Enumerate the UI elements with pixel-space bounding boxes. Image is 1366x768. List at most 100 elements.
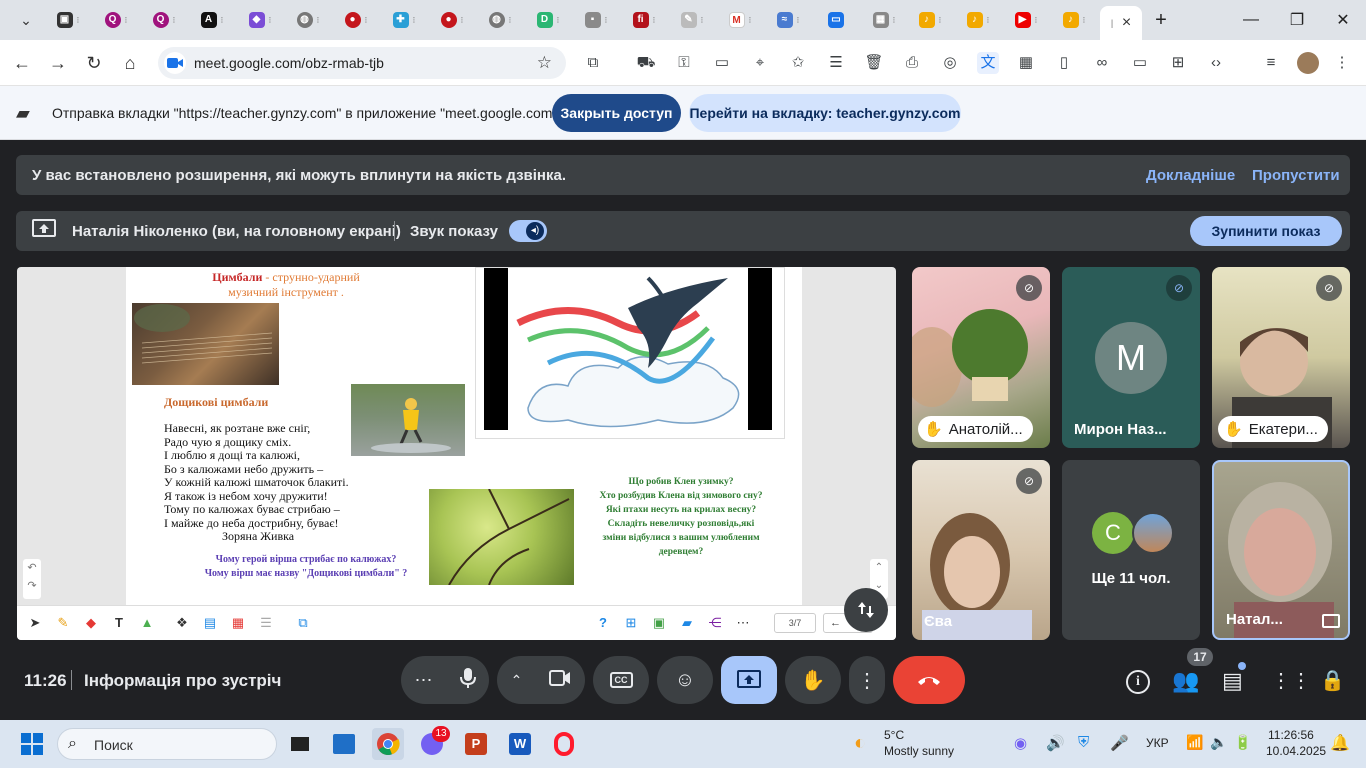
lens-icon[interactable]: ◎ (939, 52, 961, 74)
tab-search-menu[interactable]: ⌄ (4, 6, 48, 34)
chat-icon[interactable]: ▤ (1222, 668, 1243, 694)
tab-14[interactable]: ✎ ⁝ (670, 6, 714, 34)
meeting-details-icon[interactable]: i (1126, 670, 1150, 694)
taskbar-search[interactable]: ⌕ Поиск (57, 728, 277, 760)
participant-tile[interactable]: M ⊘ Мирон Наз... (1062, 267, 1200, 448)
wifi-icon[interactable]: 📶 (1186, 734, 1203, 751)
chevron-up-icon[interactable]: ⌃ (511, 672, 523, 689)
extension-car-icon[interactable]: ⛟ (635, 52, 657, 74)
tab-9[interactable]: ● ⁝ (430, 6, 474, 34)
chrome-icon[interactable] (372, 728, 404, 760)
participant-tile[interactable]: ⊘ Єва (912, 460, 1050, 640)
tab-18[interactable]: ▦ ⁝ (862, 6, 906, 34)
translate-icon[interactable]: 文 (977, 52, 999, 74)
menu-kebab-icon[interactable]: ⋮ (1331, 52, 1353, 74)
forward-icon[interactable]: → (45, 50, 71, 76)
home-icon[interactable]: ⌂ (117, 50, 143, 76)
tool-icon[interactable]: ⊞ (623, 615, 639, 631)
windows-start-icon[interactable] (16, 728, 48, 760)
qr-icon[interactable]: ▦ (1015, 52, 1037, 74)
reading-mode-icon[interactable]: ▯ (1053, 52, 1075, 74)
self-view-tile[interactable]: Натал... (1212, 460, 1350, 640)
clock-time[interactable]: 11:26:56 (1268, 728, 1314, 742)
undo-redo-buttons[interactable]: ↶ ↷ (23, 559, 41, 599)
page-indicator[interactable]: 3/7 (774, 613, 816, 633)
tab-10[interactable]: ◍ ⁝ (478, 6, 522, 34)
more-options-button[interactable]: ⋮ (849, 656, 885, 704)
tool-icon[interactable]: ▣ (651, 615, 667, 631)
activities-icon[interactable]: ⋮⋮ (1271, 668, 1311, 693)
location-icon[interactable]: ⌖ (749, 52, 771, 74)
tab-3[interactable]: Q ⁝ (142, 6, 186, 34)
tab-16[interactable]: ≈ ⁝ (766, 6, 810, 34)
help-icon[interactable]: ? (595, 615, 611, 631)
tab-19[interactable]: ♪ ⁝ (908, 6, 952, 34)
close-window-button[interactable]: ✕ (1320, 6, 1366, 34)
cast-icon[interactable]: ▭ (1129, 52, 1151, 74)
reader-icon[interactable]: ☰ (825, 52, 847, 74)
clock-date[interactable]: 10.04.2025 (1266, 744, 1326, 758)
skip-link[interactable]: Пропустити (1252, 167, 1340, 184)
raise-hand-button[interactable]: ✋ (785, 656, 841, 704)
tool-icon[interactable]: ⧉ (295, 615, 311, 631)
opera-icon[interactable] (548, 728, 580, 760)
key-icon[interactable]: ⚿ (673, 52, 695, 74)
stop-presenting-button[interactable]: Зупинити показ (1190, 216, 1342, 246)
people-icon[interactable]: 👥 (1172, 668, 1199, 694)
minimize-button[interactable]: — (1228, 6, 1274, 34)
security-icon[interactable]: ⛨ (1078, 734, 1089, 751)
stop-sharing-button[interactable]: Закрыть доступ (552, 94, 681, 132)
mic-icon[interactable] (459, 667, 476, 694)
tab-20[interactable]: ♪ ⁝ (956, 6, 1000, 34)
select-pointer-icon[interactable]: ➤ (27, 615, 43, 631)
profile-avatar[interactable] (1297, 52, 1319, 74)
present-button[interactable] (721, 656, 777, 704)
tool-icon[interactable]: ☰ (258, 615, 274, 631)
tab-12[interactable]: ▪ ⁝ (574, 6, 618, 34)
switch-to-tab-button[interactable]: Перейти на вкладку: teacher.gynzy.com (689, 94, 961, 132)
tool-icon[interactable]: ❖ (174, 615, 190, 631)
tab-13[interactable]: fi ⁝ (622, 6, 666, 34)
tab-meet-active[interactable]: | × (1100, 6, 1142, 40)
learn-more-link[interactable]: Докладніше (1146, 167, 1235, 184)
leave-call-button[interactable] (893, 656, 965, 704)
meet-site-icon[interactable] (164, 52, 186, 74)
weather-icon[interactable]: ◐ (854, 732, 866, 755)
emoji-button[interactable]: ☺ (657, 656, 713, 704)
audio-options-icon[interactable]: ⋯ (415, 670, 433, 691)
viber-icon[interactable]: 13 (416, 726, 450, 760)
tab-7[interactable]: ● ⁝ (334, 6, 378, 34)
meeting-info-label[interactable]: Інформація про зустріч (84, 671, 281, 691)
tab-17[interactable]: ▭ (814, 6, 858, 34)
host-controls-icon[interactable]: 🔒 (1320, 668, 1345, 693)
store-icon[interactable] (328, 728, 360, 760)
tab-6[interactable]: ◍ ⁝ (286, 6, 330, 34)
captions-button[interactable]: CC (593, 656, 649, 704)
media-control-icon[interactable]: ≡ (1260, 52, 1282, 74)
card-icon[interactable]: ▭ (711, 52, 733, 74)
extensions-icon[interactable]: ⧉ (582, 52, 604, 74)
volume-tray-icon[interactable]: 🔊 (1046, 734, 1065, 752)
maximize-button[interactable]: ❐ (1274, 6, 1320, 34)
word-icon[interactable]: W (504, 728, 536, 760)
star-list-icon[interactable]: ✩ (787, 52, 809, 74)
share-icon[interactable]: ⋲ (707, 615, 723, 631)
participant-tile[interactable]: ⊘ ✋ Анатолій... (912, 267, 1050, 448)
language-indicator[interactable]: УКР (1146, 736, 1169, 750)
tab-youtube[interactable]: ▶ ⁝ (1004, 6, 1048, 34)
tab-5[interactable]: ◆ ⁝ (238, 6, 282, 34)
shapes-icon[interactable]: ▲ (139, 615, 155, 631)
participant-tile[interactable]: ⊘ ✋ Екатери... (1212, 267, 1350, 448)
tab-22[interactable]: ♪ ⁝ (1052, 6, 1096, 34)
powerpoint-icon[interactable]: P (460, 728, 492, 760)
new-tab-button[interactable]: + (1138, 6, 1184, 34)
tab-close-icon[interactable]: × (1122, 14, 1131, 32)
bookmark-star-icon[interactable]: ☆ (537, 53, 552, 73)
tab-8[interactable]: ✚ ⁝ (382, 6, 426, 34)
tray-viber-icon[interactable]: ◉ (1014, 734, 1027, 752)
pip-icon[interactable] (1322, 614, 1340, 628)
tool-icon[interactable]: ▦ (230, 615, 246, 631)
tab-search-icon[interactable]: ⊞ (1167, 52, 1189, 74)
swap-layout-button[interactable] (844, 588, 888, 632)
reload-icon[interactable]: ↻ (81, 50, 107, 76)
